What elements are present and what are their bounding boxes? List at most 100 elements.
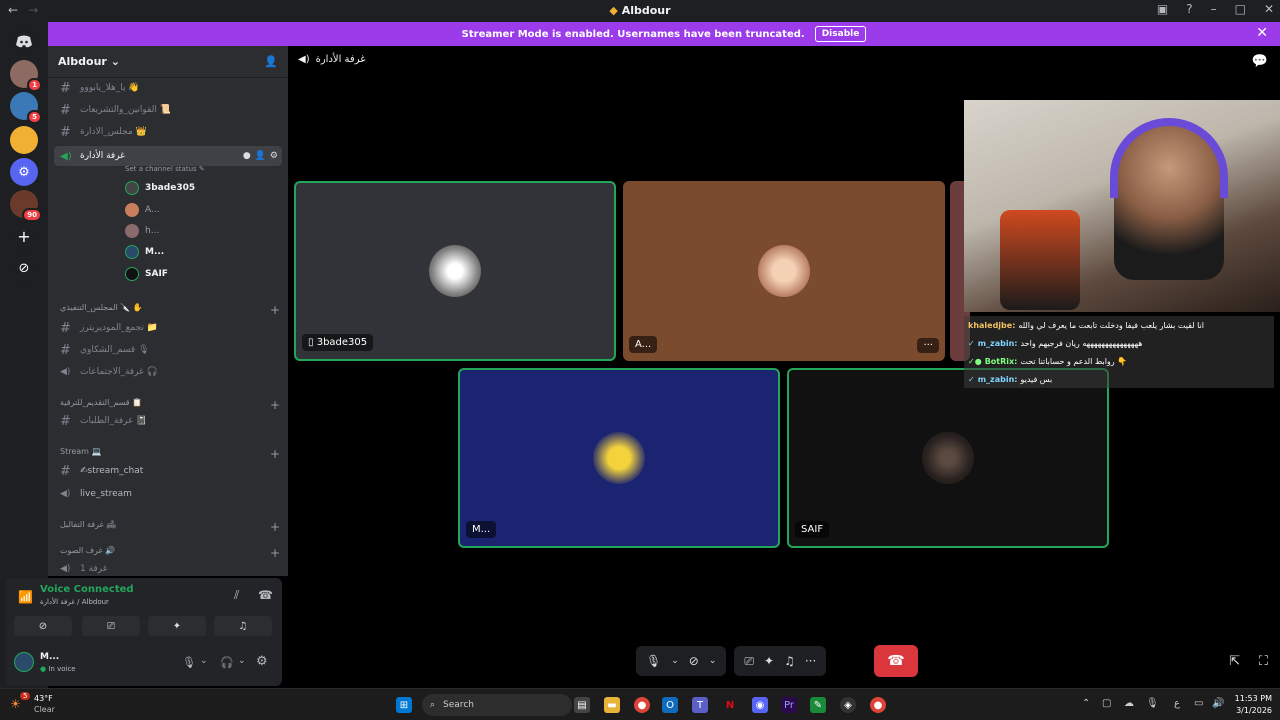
chat-icon[interactable]: ● — [243, 151, 251, 161]
channel-requests[interactable]: # غرفة_الطلبات 📓 — [54, 411, 282, 431]
tray-app-icon[interactable]: ▢ — [1102, 698, 1111, 709]
add-channel-icon[interactable]: + — [270, 303, 280, 317]
discord-home-icon[interactable] — [10, 28, 38, 56]
chevron-down-icon[interactable]: ⌄ — [671, 656, 679, 666]
channel-stream-chat[interactable]: # ✍stream_chat — [54, 461, 282, 481]
video-tile[interactable]: SAIF — [787, 368, 1109, 548]
camera-off-icon[interactable]: ⊘ — [689, 654, 699, 668]
leave-call-button[interactable]: ☎ — [874, 645, 918, 677]
invite-icon[interactable]: 👤 — [255, 151, 266, 161]
disable-button[interactable]: Disable — [814, 26, 867, 42]
tray-cloud-icon[interactable]: ☁ — [1124, 698, 1134, 709]
tray-chevron-icon[interactable]: ⌃ — [1082, 698, 1090, 709]
teams-icon[interactable]: T — [692, 697, 708, 713]
add-channel-icon[interactable]: + — [270, 447, 280, 461]
channel-admin-voice[interactable]: ◀) غرفة الأدارة ● 👤 ⚙ — [54, 146, 282, 166]
category-voice[interactable]: غرف الصوت 🔊 + — [60, 546, 280, 560]
category-promotion[interactable]: قسم_التقديم_للترقية 📋 + — [60, 398, 280, 412]
app-icon-dark[interactable]: ◈ — [840, 697, 856, 713]
maximize-icon[interactable]: □ — [1235, 2, 1246, 16]
soundboard-button[interactable]: ♫ — [214, 616, 272, 636]
popout-icon[interactable]: ⇱ — [1229, 654, 1240, 669]
server-icon-albdour[interactable] — [10, 126, 38, 154]
server-icon-2[interactable]: 5 — [10, 92, 42, 124]
outlook-icon[interactable]: O — [662, 697, 678, 713]
screen-share-button[interactable]: ⎚ — [82, 616, 140, 636]
search-box[interactable]: ⌕ Search — [422, 694, 572, 716]
activities-icon[interactable]: ✦ — [764, 654, 774, 668]
inbox-icon[interactable]: ▣ — [1157, 2, 1168, 16]
weather-widget[interactable]: 43°F Clear — [34, 693, 55, 715]
channel-board[interactable]: # مجلس_الادارة 👑 — [54, 122, 282, 142]
netflix-icon[interactable]: N — [722, 697, 738, 713]
volume-icon[interactable]: 🔊 — [1212, 698, 1224, 709]
weather-icon[interactable]: ☀ — [10, 697, 21, 711]
voice-connected-subtitle[interactable]: غرفة الأدارة / Albdour — [40, 598, 109, 606]
server-icon-5[interactable]: 90 — [10, 190, 42, 222]
chevron-down-icon[interactable]: ⌄ — [200, 656, 208, 666]
noise-suppression-icon[interactable]: ⫽ — [234, 588, 239, 603]
server-icon-bot[interactable]: ⚙ — [10, 158, 38, 186]
chrome-icon[interactable]: ● — [634, 697, 650, 713]
more-options-button[interactable]: ··· — [917, 338, 939, 353]
chat-bubble-icon[interactable]: 💬 — [1252, 54, 1268, 69]
soundboard-icon[interactable]: ♫ — [784, 654, 795, 668]
video-tile[interactable]: ▯ 3bade305 — [294, 181, 616, 361]
voice-user[interactable]: A... — [125, 201, 160, 219]
voice-user[interactable]: h... — [125, 222, 159, 240]
server-icon-1[interactable]: 1 — [10, 60, 42, 92]
more-icon[interactable]: ··· — [805, 654, 816, 668]
channel-welcome[interactable]: # يا_هلا_يابووو 👋 — [54, 78, 282, 98]
premiere-icon[interactable]: Pr — [781, 697, 797, 713]
task-view-icon[interactable]: ▤ — [574, 697, 590, 713]
add-channel-icon[interactable]: + — [270, 398, 280, 412]
server-header[interactable]: Albdour ⌄ 👤 — [48, 46, 288, 78]
file-explorer-icon[interactable]: ▬ — [604, 697, 620, 713]
my-username[interactable]: M... — [40, 652, 59, 662]
add-server-icon[interactable]: + — [10, 222, 38, 250]
channel-mods[interactable]: # تجمع_الموديريترز 📁 — [54, 318, 282, 338]
category-stream[interactable]: Stream 💻 + — [60, 447, 280, 461]
voice-user[interactable]: SAIF — [125, 265, 168, 283]
headphones-icon[interactable]: 🎧 — [220, 656, 234, 669]
category-exec[interactable]: المجلس_التنفيذي 🔪 ✋ + — [60, 303, 280, 317]
chrome-profile-icon[interactable]: ● — [870, 697, 886, 713]
help-icon[interactable]: ? — [1186, 2, 1192, 16]
voice-user[interactable]: 3bade305 — [125, 179, 195, 197]
activities-button[interactable]: ✦ — [148, 616, 206, 636]
channel-live-stream[interactable]: ◀) live_stream — [54, 484, 282, 504]
channel-complaints[interactable]: # قسم_الشكاوي 🎙 — [54, 340, 282, 360]
video-tile[interactable]: M... — [458, 368, 780, 548]
tray-mic-icon[interactable]: 🎙 — [1146, 698, 1159, 709]
app-icon-green[interactable]: ✎ — [810, 697, 826, 713]
chevron-down-icon[interactable]: ⌄ — [238, 656, 246, 666]
screen-share-icon[interactable]: ⎚ — [744, 654, 754, 669]
add-channel-icon[interactable]: + — [270, 546, 280, 560]
settings-gear-icon[interactable]: ⚙ — [270, 151, 278, 161]
add-member-icon[interactable]: 👤 — [264, 55, 278, 68]
category-chill[interactable]: غرفة التفاليل 🛋 + — [60, 520, 280, 534]
channel-status-hint[interactable]: Set a channel status ✎ — [125, 165, 205, 173]
channel-meetings[interactable]: ◀) غرفة_الاجتماعات 🎧 — [54, 362, 282, 382]
chevron-down-icon[interactable]: ⌄ — [709, 656, 717, 666]
microphone-icon[interactable]: 🎙 — [646, 654, 661, 668]
language-indicator[interactable]: ع — [1174, 698, 1180, 709]
disconnect-icon[interactable]: ☎ — [258, 588, 273, 602]
start-icon[interactable]: ⊞ — [396, 697, 412, 713]
voice-user[interactable]: M... — [125, 243, 164, 261]
channel-room-1[interactable]: ◀) غرفة 1 — [54, 559, 282, 576]
user-settings-icon[interactable]: ⚙ — [256, 654, 268, 669]
voice-connected-title[interactable]: Voice Connected — [40, 584, 134, 595]
discover-icon[interactable]: ⊘ — [10, 254, 38, 282]
avatar[interactable] — [14, 652, 34, 672]
video-tile[interactable]: A... ··· — [623, 181, 945, 361]
clock[interactable]: 11:53 PM 3/1/2026 — [1235, 693, 1272, 717]
close-window-icon[interactable]: ✕ — [1264, 2, 1274, 16]
camera-off-button[interactable]: ⊘ — [14, 616, 72, 636]
channel-rules[interactable]: # القوانين_والتشريعات 📜 — [54, 100, 282, 120]
fullscreen-icon[interactable]: ⛶ — [1259, 654, 1268, 669]
microphone-icon[interactable]: 🎙 — [182, 656, 196, 669]
network-icon[interactable]: ▭ — [1194, 698, 1203, 709]
discord-taskbar-icon[interactable]: ◉ — [752, 697, 768, 713]
minimize-icon[interactable]: – — [1211, 2, 1217, 16]
